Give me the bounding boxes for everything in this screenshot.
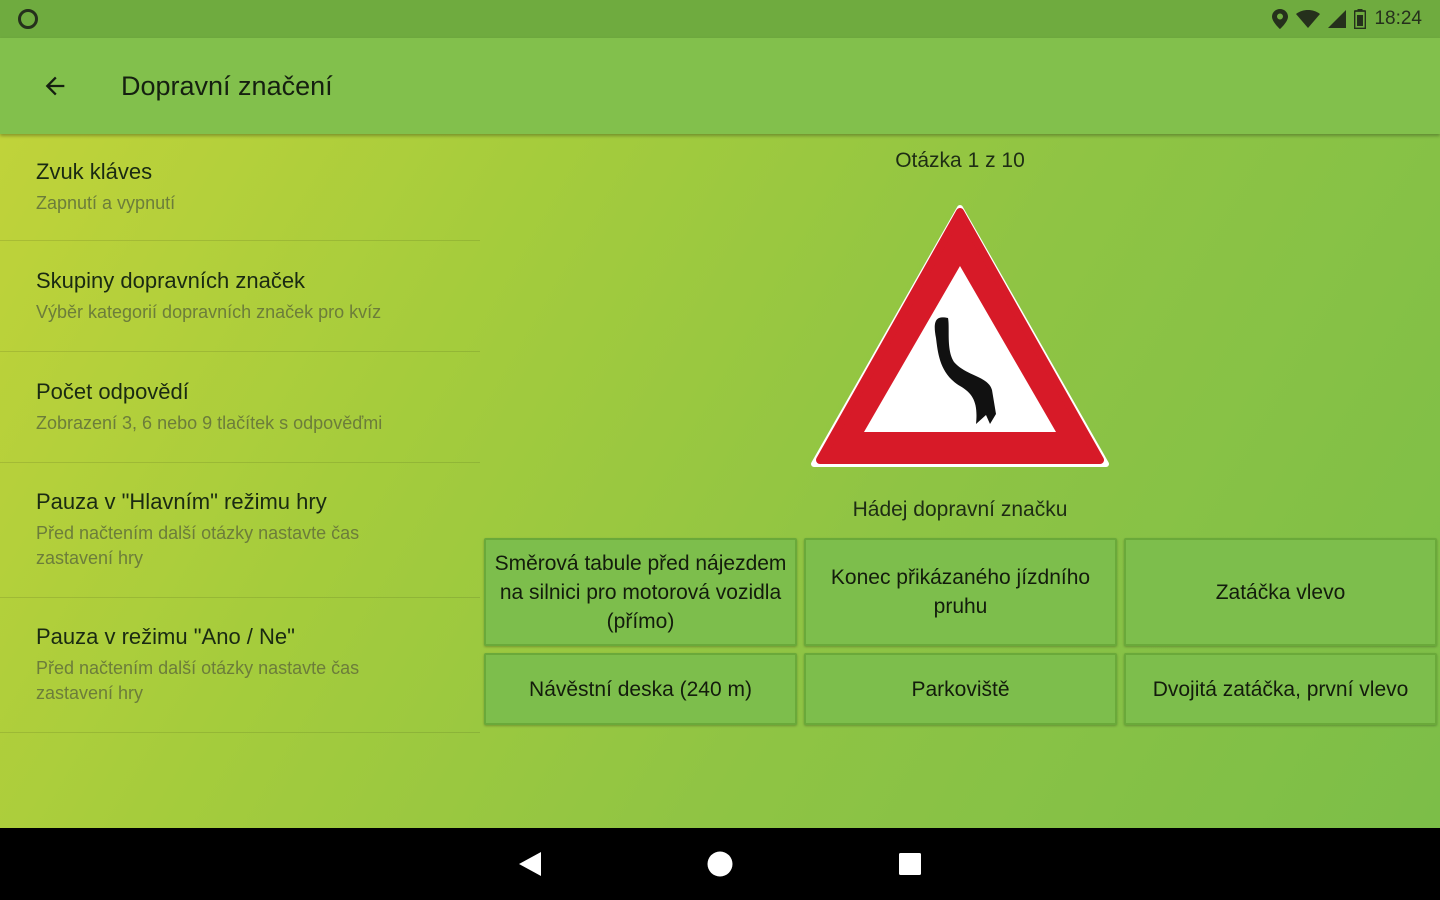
setting-title: Pauza v "Hlavním" režimu hry bbox=[36, 489, 327, 514]
double-bend-sign-icon bbox=[810, 204, 1110, 468]
setting-sign-groups[interactable]: Skupiny dopravních značek Výběr kategori… bbox=[0, 241, 480, 352]
setting-subtitle: Před načtením další otázky nastavte čas … bbox=[36, 658, 360, 703]
answer-button[interactable]: Parkoviště bbox=[804, 653, 1117, 725]
back-button[interactable] bbox=[0, 38, 110, 134]
navigation-bar bbox=[0, 828, 1440, 900]
quiz-prompt: Hádej dopravní značku bbox=[852, 498, 1068, 521]
setting-title: Pauza v režimu "Ano / Ne" bbox=[36, 624, 295, 649]
answer-grid: Směrová tabule před nájezdem na silnici … bbox=[484, 538, 1437, 725]
cell-signal-icon bbox=[1328, 10, 1347, 28]
location-icon bbox=[1272, 9, 1289, 29]
status-left bbox=[18, 9, 38, 29]
setting-pause-yes-no-mode[interactable]: Pauza v režimu "Ano / Ne" Před načtením … bbox=[0, 598, 480, 733]
question-counter: Otázka 1 z 10 bbox=[895, 149, 1025, 172]
nav-recents-button[interactable] bbox=[890, 844, 930, 884]
answer-button[interactable]: Návěstní deska (240 m) bbox=[484, 653, 797, 725]
nav-back-button[interactable] bbox=[510, 844, 550, 884]
setting-title: Skupiny dopravních značek bbox=[36, 267, 306, 293]
answer-button[interactable]: Zatáčka vlevo bbox=[1124, 538, 1437, 646]
nav-home-button[interactable] bbox=[700, 844, 740, 884]
arrow-back-icon bbox=[45, 76, 65, 96]
answer-button[interactable]: Směrová tabule před nájezdem na silnici … bbox=[484, 538, 797, 646]
setting-answer-count[interactable]: Počet odpovědí Zobrazení 3, 6 nebo 9 tla… bbox=[0, 352, 480, 463]
status-right: 18:24 bbox=[1272, 8, 1422, 30]
status-time: 18:24 bbox=[1374, 8, 1422, 29]
setting-title: Počet odpovědí bbox=[36, 378, 189, 404]
setting-key-sound[interactable]: Zvuk kláves Zapnutí a vypnutí bbox=[0, 134, 480, 241]
setting-subtitle: Výběr kategorií dopravních značek pro kv… bbox=[36, 301, 382, 322]
setting-subtitle: Zapnutí a vypnutí bbox=[36, 192, 176, 213]
setting-title: Zvuk kláves bbox=[36, 158, 153, 184]
setting-subtitle: Před načtením další otázky nastavte čas … bbox=[36, 523, 360, 568]
content-area: Zvuk kláves Zapnutí a vypnutí Skupiny do… bbox=[0, 134, 1440, 828]
setting-subtitle: Zobrazení 3, 6 nebo 9 tlačítek s odpověď… bbox=[36, 412, 383, 433]
quiz-panel: Otázka 1 z 10 Hádej dopravní značku Směr… bbox=[480, 134, 1440, 828]
answer-button[interactable]: Dvojitá zatáčka, první vlevo bbox=[1124, 653, 1437, 725]
triangle-back-icon bbox=[519, 852, 541, 876]
app-bar: Dopravní značení bbox=[0, 38, 1440, 134]
setting-pause-main-mode[interactable]: Pauza v "Hlavním" režimu hry Před načten… bbox=[0, 463, 480, 598]
settings-list: Zvuk kláves Zapnutí a vypnutí Skupiny do… bbox=[0, 134, 480, 733]
square-recents-icon bbox=[899, 853, 921, 875]
answer-button[interactable]: Konec přikázaného jízdního pruhu bbox=[804, 538, 1117, 646]
battery-icon bbox=[1354, 9, 1367, 29]
notification-circle-icon bbox=[18, 9, 38, 29]
circle-home-icon bbox=[707, 851, 733, 877]
status-bar: 18:24 bbox=[0, 0, 1440, 38]
page-title: Dopravní značení bbox=[121, 70, 333, 101]
wifi-icon bbox=[1296, 10, 1321, 28]
